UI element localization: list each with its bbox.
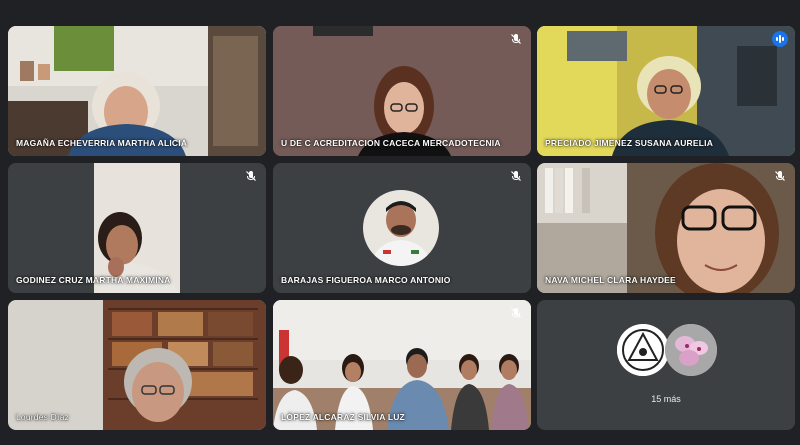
participant-name: MAGAÑA ECHEVERRIA MARTHA ALICIA — [16, 138, 188, 148]
participant-name: LÓPEZ ALCARAZ SILVIA LUZ — [281, 412, 405, 422]
participant-tile-1[interactable]: MAGAÑA ECHEVERRIA MARTHA ALICIA — [8, 26, 266, 156]
more-participants-tile[interactable]: 15 más — [537, 300, 795, 430]
participant-video — [537, 26, 795, 156]
more-participants-count: 15 más — [651, 394, 681, 404]
avatar — [363, 190, 439, 266]
participant-tile-4[interactable]: GODINEZ CRUZ MARTHA MAXIMINA — [8, 163, 266, 293]
participant-video — [8, 163, 266, 293]
participant-name: U DE C ACREDITACION CACECA MERCADOTECNIA — [281, 138, 501, 148]
participant-name: Lourdes Díaz — [16, 412, 69, 422]
participant-video — [273, 26, 531, 156]
avatar — [617, 324, 669, 376]
participant-name: BARAJAS FIGUEROA MARCO ANTONIO — [281, 275, 451, 285]
audio-level-icon — [772, 31, 788, 47]
participant-video — [8, 300, 266, 430]
participant-name: PRECIADO JIMENEZ SUSANA AURELIA — [545, 138, 714, 148]
participant-tile-8[interactable]: LÓPEZ ALCARAZ SILVIA LUZ — [273, 300, 531, 430]
mic-off-icon — [244, 169, 258, 183]
participant-name: GODINEZ CRUZ MARTHA MAXIMINA — [16, 275, 171, 285]
mic-off-icon — [773, 169, 787, 183]
mic-off-icon — [509, 306, 523, 320]
mic-off-icon — [509, 32, 523, 46]
participant-video — [537, 163, 795, 293]
participant-name: NAVA MICHEL CLARA HAYDEE — [545, 275, 676, 285]
participant-tile-3[interactable]: PRECIADO JIMENEZ SUSANA AURELIA — [537, 26, 795, 156]
participant-tile-5[interactable]: BARAJAS FIGUEROA MARCO ANTONIO — [273, 163, 531, 293]
participant-tile-2[interactable]: U DE C ACREDITACION CACECA MERCADOTECNIA — [273, 26, 531, 156]
participant-video — [273, 300, 531, 430]
mic-off-icon — [509, 169, 523, 183]
participant-video — [8, 26, 266, 156]
participant-tile-6[interactable]: NAVA MICHEL CLARA HAYDEE — [537, 163, 795, 293]
avatar — [665, 324, 717, 376]
video-grid: MAGAÑA ECHEVERRIA MARTHA ALICIA U DE C A… — [0, 0, 800, 445]
participant-tile-7[interactable]: Lourdes Díaz — [8, 300, 266, 430]
